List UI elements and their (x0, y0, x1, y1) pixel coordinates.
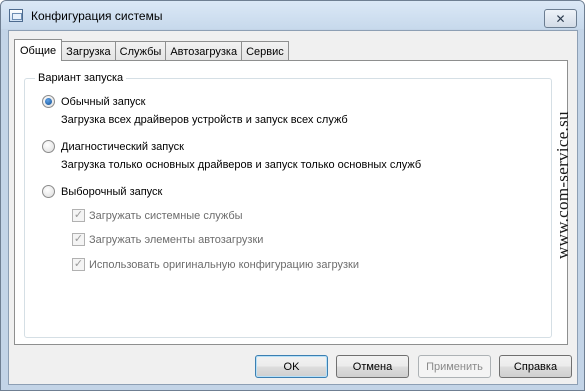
help-button[interactable]: Справка (499, 355, 572, 378)
use-original-boot-config-option: ✓ Использовать оригинальную конфигурацию… (72, 258, 359, 271)
load-startup-items-option: ✓ Загружать элементы автозагрузки (72, 233, 263, 246)
load-startup-items-label: Загружать элементы автозагрузки (89, 233, 264, 246)
diagnostic-startup-radio[interactable] (42, 140, 55, 153)
load-system-services-checkbox: ✓ (72, 209, 85, 222)
startup-selection-caption: Вариант запуска (35, 72, 127, 84)
diagnostic-startup-option[interactable]: Диагностический запуск (42, 140, 184, 153)
load-system-services-label: Загружать системные службы (89, 209, 243, 222)
tab-general[interactable]: Общие (14, 39, 63, 61)
normal-startup-description: Загрузка всех драйверов устройств и запу… (61, 114, 348, 126)
use-original-boot-config-label: Использовать оригинальную конфигурацию з… (89, 258, 359, 271)
system-config-icon (9, 9, 23, 22)
title-bar[interactable]: Конфигурация системы ✕ (1, 1, 584, 29)
use-original-boot-config-checkbox: ✓ (72, 258, 85, 271)
watermark-text: www.com-service.su (553, 111, 572, 259)
close-icon: ✕ (555, 11, 566, 26)
dialog-client-area: Общие Загрузка Службы Автозагрузка Серви… (8, 30, 578, 385)
tab-tools[interactable]: Сервис (241, 41, 289, 61)
load-startup-items-checkbox: ✓ (72, 233, 85, 246)
msconfig-window: Конфигурация системы ✕ Общие Загрузка Сл… (0, 0, 585, 391)
selective-startup-label: Выборочный запуск (61, 185, 163, 198)
normal-startup-label: Обычный запуск (61, 95, 146, 108)
tab-boot[interactable]: Загрузка (61, 41, 116, 61)
diagnostic-startup-description: Загрузка только основных драйверов и зап… (61, 159, 422, 171)
ok-button[interactable]: OK (255, 355, 328, 378)
selective-startup-radio[interactable] (42, 185, 55, 198)
load-system-services-option: ✓ Загружать системные службы (72, 209, 243, 222)
normal-startup-option[interactable]: Обычный запуск (42, 95, 145, 108)
selective-startup-option[interactable]: Выборочный запуск (42, 185, 162, 198)
close-button[interactable]: ✕ (544, 9, 577, 28)
normal-startup-radio[interactable] (42, 95, 55, 108)
diagnostic-startup-label: Диагностический запуск (61, 140, 184, 153)
cancel-button[interactable]: Отмена (336, 355, 409, 378)
tab-startup[interactable]: Автозагрузка (165, 41, 243, 61)
apply-button[interactable]: Применить (418, 355, 491, 378)
tab-services[interactable]: Службы (114, 41, 167, 61)
tab-strip: Общие Загрузка Службы Автозагрузка Серви… (14, 39, 289, 61)
window-title: Конфигурация системы (31, 9, 163, 23)
